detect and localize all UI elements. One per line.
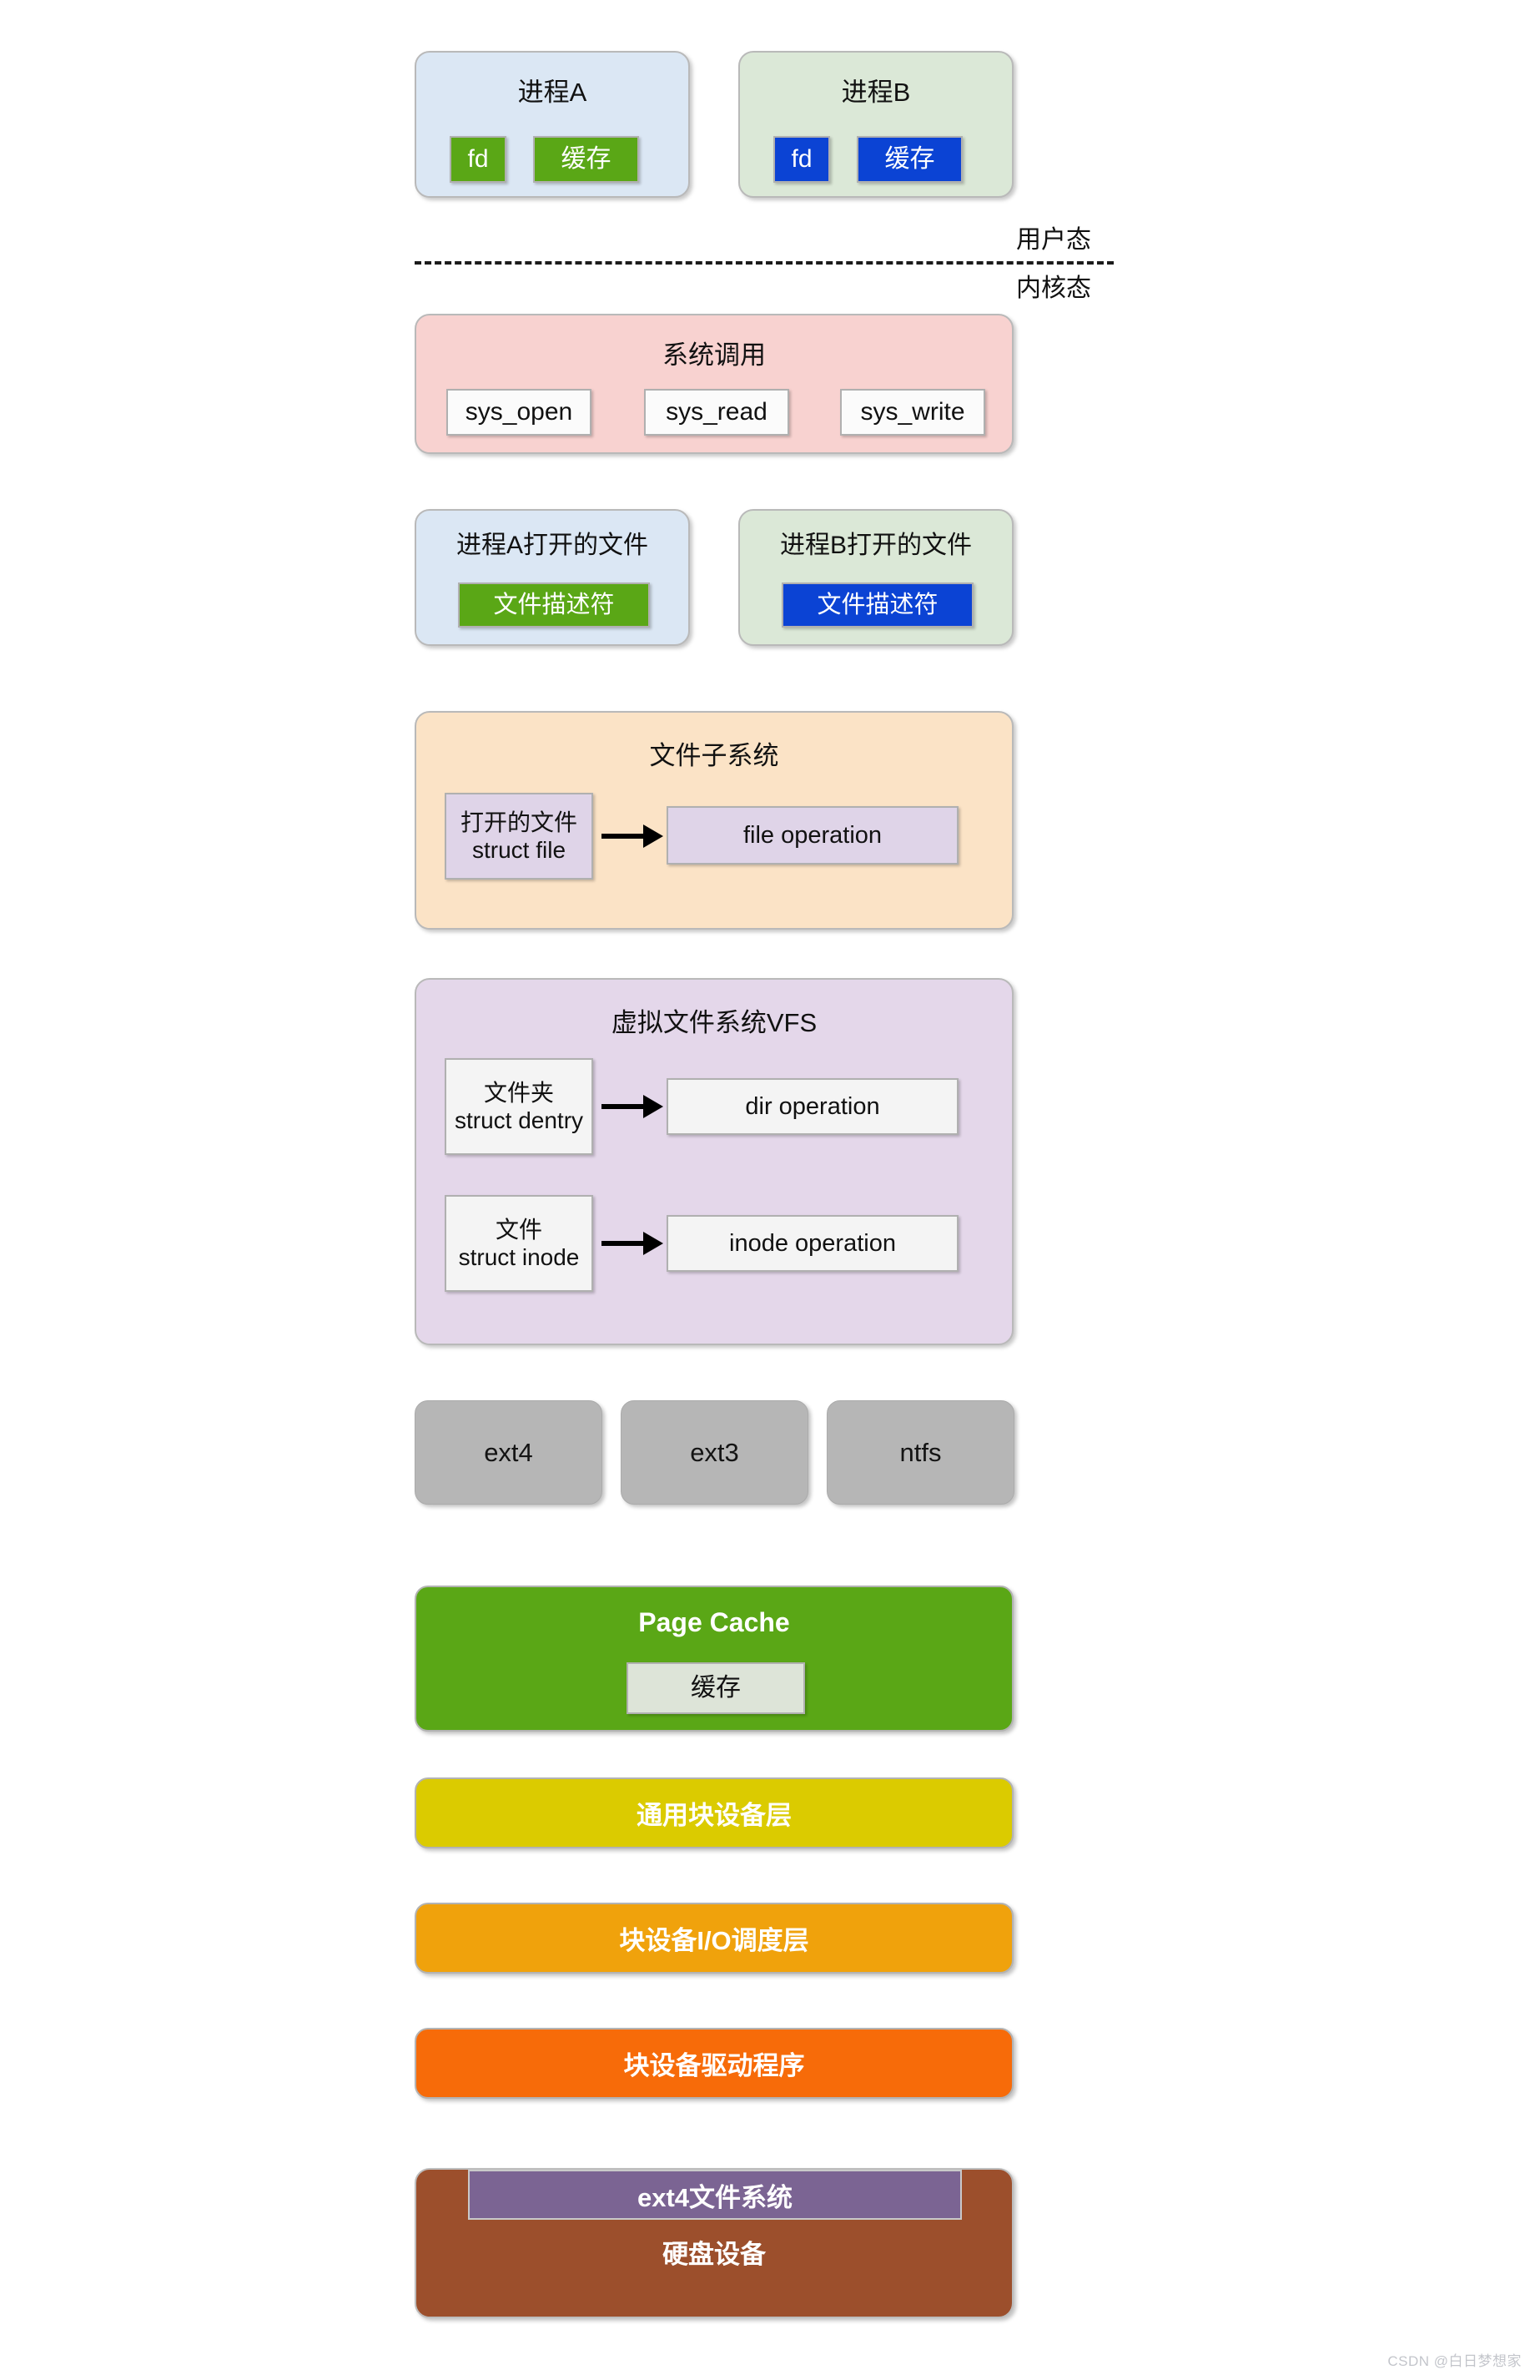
filesystem-tile-ext4: ext4 bbox=[415, 1400, 602, 1505]
struct-file-line1: 打开的文件 bbox=[460, 809, 577, 836]
struct-file-line2: struct file bbox=[472, 836, 566, 864]
generic-block-layer-bar: 通用块设备层 bbox=[415, 1777, 1014, 1848]
process-b-cache-chip: 缓存 bbox=[857, 136, 963, 183]
process-a-fd-label: fd bbox=[467, 144, 488, 174]
process-a-open-files-title: 进程A打开的文件 bbox=[416, 524, 688, 561]
filesystem-tile-ntfs: ntfs bbox=[827, 1400, 1014, 1505]
process-b-box: 进程B fd 缓存 bbox=[738, 51, 1014, 198]
process-a-fd-descriptor-chip: 文件描述符 bbox=[458, 582, 650, 628]
syscall-sys-read: sys_read bbox=[644, 389, 789, 436]
process-a-box: 进程A fd 缓存 bbox=[415, 51, 690, 198]
vfs-title: 虚拟文件系统VFS bbox=[416, 1001, 1012, 1039]
struct-dentry-line1: 文件夹 bbox=[484, 1079, 554, 1107]
process-b-fd-chip: fd bbox=[773, 136, 830, 183]
struct-inode-line1: 文件 bbox=[496, 1216, 542, 1243]
syscall-sys-read-label: sys_read bbox=[666, 397, 767, 426]
process-b-cache-label: 缓存 bbox=[885, 144, 935, 174]
file-operation-label: file operation bbox=[743, 821, 882, 850]
generic-block-layer-label: 通用块设备层 bbox=[637, 1794, 792, 1832]
syscall-box: 系统调用 sys_open sys_read sys_write bbox=[415, 314, 1014, 454]
syscall-sys-write: sys_write bbox=[840, 389, 985, 436]
csdn-watermark: CSDN @白日梦想家 bbox=[1387, 2349, 1522, 2370]
syscall-sys-write-label: sys_write bbox=[860, 397, 964, 426]
struct-file-chip: 打开的文件 struct file bbox=[445, 793, 593, 880]
inode-operation-chip: inode operation bbox=[667, 1215, 959, 1272]
process-a-fd-descriptor-label: 文件描述符 bbox=[493, 591, 614, 619]
kernel-mode-label: 内核态 bbox=[1016, 267, 1091, 304]
disk-device-box: ext4文件系统 硬盘设备 bbox=[415, 2168, 1014, 2318]
io-scheduler-layer-bar: 块设备I/O调度层 bbox=[415, 1903, 1014, 1974]
process-b-fd-label: fd bbox=[791, 144, 812, 174]
page-cache-box: Page Cache 缓存 bbox=[415, 1586, 1014, 1732]
page-cache-title: Page Cache bbox=[416, 1607, 1012, 1638]
disk-ext4-filesystem-label: ext4文件系统 bbox=[637, 2176, 793, 2214]
struct-dentry-line2: struct dentry bbox=[455, 1107, 583, 1134]
filesystem-tile-ext3-label: ext3 bbox=[690, 1438, 739, 1468]
user-kernel-divider bbox=[415, 261, 1114, 265]
process-b-open-files-box: 进程B打开的文件 文件描述符 bbox=[738, 509, 1014, 646]
disk-device-label: 硬盘设备 bbox=[416, 2233, 1012, 2271]
io-scheduler-layer-label: 块设备I/O调度层 bbox=[619, 1919, 808, 1957]
block-device-driver-bar: 块设备驱动程序 bbox=[415, 2028, 1014, 2099]
user-mode-label: 用户态 bbox=[1016, 219, 1091, 255]
inode-operation-label: inode operation bbox=[729, 1229, 896, 1258]
page-cache-cache-label: 缓存 bbox=[691, 1673, 741, 1702]
filesystem-tile-ext3: ext3 bbox=[621, 1400, 808, 1505]
file-subsystem-title: 文件子系统 bbox=[416, 734, 1012, 772]
filesystem-tile-ext4-label: ext4 bbox=[484, 1438, 533, 1468]
process-a-open-files-box: 进程A打开的文件 文件描述符 bbox=[415, 509, 690, 646]
syscall-sys-open-label: sys_open bbox=[466, 397, 572, 426]
process-b-title: 进程B bbox=[740, 71, 1012, 108]
file-subsystem-box: 文件子系统 打开的文件 struct file file operation bbox=[415, 711, 1014, 930]
process-a-fd-chip: fd bbox=[450, 136, 506, 183]
diagram-canvas: 进程A fd 缓存 进程B fd 缓存 用户态 内核态 系统调用 sys_ope… bbox=[0, 0, 1540, 2380]
file-operation-chip: file operation bbox=[667, 806, 959, 865]
block-device-driver-label: 块设备驱动程序 bbox=[624, 2045, 805, 2082]
syscall-title: 系统调用 bbox=[416, 334, 1012, 371]
process-a-cache-chip: 缓存 bbox=[533, 136, 639, 183]
struct-inode-line2: struct inode bbox=[459, 1243, 580, 1271]
process-a-title: 进程A bbox=[416, 71, 688, 108]
process-a-cache-label: 缓存 bbox=[561, 144, 611, 174]
vfs-box: 虚拟文件系统VFS 文件夹 struct dentry dir operatio… bbox=[415, 978, 1014, 1345]
disk-ext4-filesystem-bar: ext4文件系统 bbox=[468, 2170, 962, 2220]
page-cache-cache-chip: 缓存 bbox=[627, 1662, 805, 1714]
filesystem-tile-ntfs-label: ntfs bbox=[900, 1438, 942, 1468]
dir-operation-chip: dir operation bbox=[667, 1078, 959, 1135]
struct-dentry-chip: 文件夹 struct dentry bbox=[445, 1058, 593, 1155]
syscall-sys-open: sys_open bbox=[446, 389, 591, 436]
process-b-fd-descriptor-chip: 文件描述符 bbox=[782, 582, 974, 628]
process-b-fd-descriptor-label: 文件描述符 bbox=[817, 591, 938, 619]
struct-inode-chip: 文件 struct inode bbox=[445, 1195, 593, 1292]
process-b-open-files-title: 进程B打开的文件 bbox=[740, 524, 1012, 561]
dir-operation-label: dir operation bbox=[745, 1092, 879, 1121]
